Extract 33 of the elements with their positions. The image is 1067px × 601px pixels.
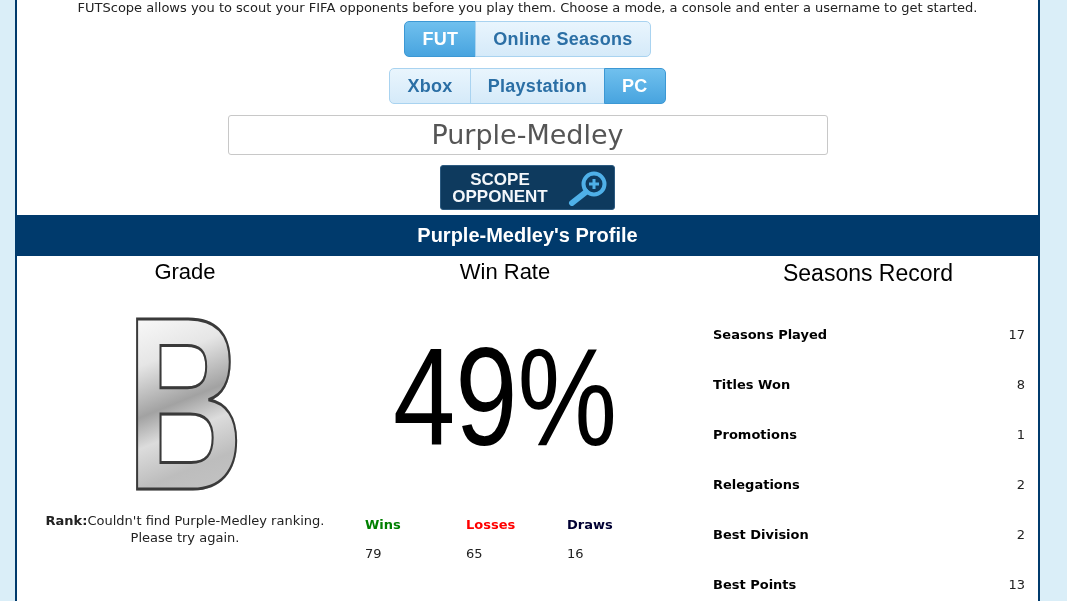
record-label: Best Points bbox=[713, 576, 797, 594]
result-value: 16 bbox=[567, 545, 584, 564]
record-label: Best Division bbox=[713, 526, 809, 544]
mode-tab[interactable]: FUT bbox=[404, 21, 477, 57]
scope-opponent-button[interactable]: SCOPE OPPONENT bbox=[440, 165, 615, 210]
record-value: 8 bbox=[1016, 376, 1025, 394]
record-value: 2 bbox=[1016, 476, 1025, 494]
intro-text: FUTScope allows you to scout your FIFA opponents before you play them. Choose a mode, a console and enter a username to get started. bbox=[77, 0, 978, 15]
rank-message: Rank:Couldn't find Purple-Medley ranking. Please try again. bbox=[44, 512, 326, 547]
record-label: Seasons Played bbox=[713, 326, 828, 344]
record-label: Promotions bbox=[713, 426, 797, 444]
win-rate-heading: Win Rate bbox=[459, 258, 551, 286]
record-value: 2 bbox=[1016, 526, 1025, 544]
result-value: 65 bbox=[466, 545, 483, 564]
magnifier-plus-icon bbox=[568, 169, 608, 206]
profile-title-bar: Purple-Medley's Profile bbox=[17, 215, 1038, 256]
console-tab[interactable]: Playstation bbox=[469, 68, 605, 104]
console-tab[interactable]: PC bbox=[603, 68, 666, 104]
record-value: 17 bbox=[1008, 326, 1025, 344]
record-value: 13 bbox=[1008, 576, 1025, 594]
result-label: Draws bbox=[567, 516, 613, 535]
record-label: Relegations bbox=[713, 476, 800, 494]
username-field[interactable]: Purple-Medley bbox=[227, 115, 828, 155]
record-label: Titles Won bbox=[713, 376, 791, 394]
grade-heading: Grade bbox=[154, 258, 216, 286]
console-tab[interactable]: Xbox bbox=[389, 68, 471, 104]
record-value: 1 bbox=[1016, 426, 1025, 444]
result-label: Wins bbox=[365, 516, 401, 535]
seasons-record-heading: Seasons Record bbox=[782, 259, 953, 288]
mode-tab[interactable]: Online Seasons bbox=[475, 21, 651, 57]
result-value: 79 bbox=[365, 545, 382, 564]
result-label: Losses bbox=[466, 516, 516, 535]
win-rate-value: 49% bbox=[392, 347, 618, 448]
